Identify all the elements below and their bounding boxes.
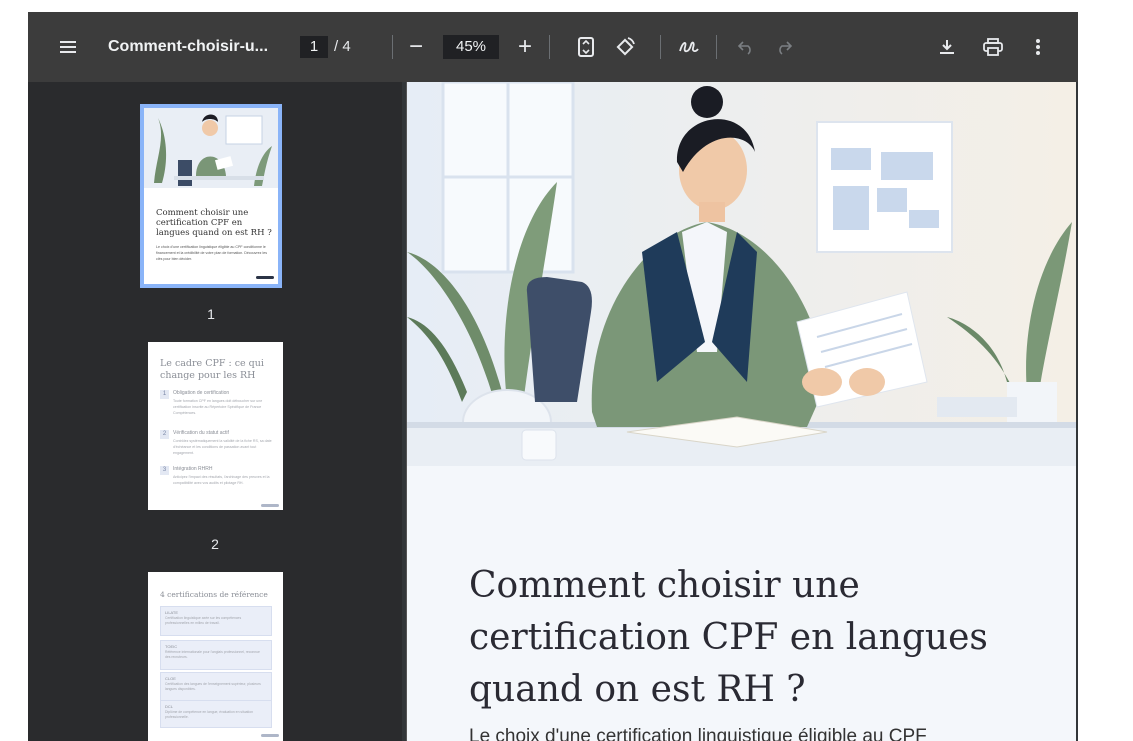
- thumbnail-item-heading: Vérification du statut actif: [173, 430, 229, 436]
- thumbnail-badge: [261, 734, 279, 737]
- more-vert-icon: [1036, 39, 1040, 55]
- thumbnail-card: LILATE Certification linguistique axée s…: [160, 606, 272, 636]
- document-title: Comment-choisir-u...: [108, 38, 269, 55]
- fit-page-icon: [578, 37, 594, 57]
- undo-button[interactable]: [732, 12, 760, 82]
- thumbnail-item-number: 3: [160, 466, 169, 475]
- thumbnail-title: Comment choisir une certification CPF en…: [156, 208, 272, 238]
- page-body-text: Le choix d'une certification linguistiqu…: [469, 726, 927, 741]
- page-number-input[interactable]: 1: [300, 36, 328, 58]
- page-count: / 4: [334, 38, 351, 55]
- page-title: Comment choisir une certification CPF en…: [469, 565, 988, 710]
- menu-button[interactable]: [50, 12, 86, 82]
- undo-icon: [737, 41, 751, 55]
- redo-button[interactable]: [770, 12, 798, 82]
- separator: [660, 35, 661, 59]
- rotate-button[interactable]: [610, 12, 640, 82]
- thumbnail-card: DCL Diplôme de compétence en langue, éva…: [160, 700, 272, 728]
- thumbnail-item-number: 1: [160, 390, 169, 399]
- thumbnail-item-heading: Obligation de certification: [173, 390, 230, 396]
- thumbnail-badge: [261, 504, 279, 507]
- redo-icon: [779, 41, 793, 55]
- download-button[interactable]: [932, 12, 962, 82]
- thumbnail-card: TOEIC Référence internationale pour l'an…: [160, 640, 272, 670]
- separator: [716, 35, 717, 59]
- thumbnail-card-text: Certification linguistique axée sur les …: [165, 616, 242, 625]
- thumbnail-item-text: Toute formation CPF en langues doit débo…: [173, 399, 263, 415]
- pdf-viewer: Comment-choisir-u... 1 / 4 − 45% + Comme…: [28, 12, 1078, 741]
- hamburger-menu-icon: [60, 41, 76, 53]
- thumbnail-page-number: 1: [207, 306, 215, 322]
- download-icon: [940, 40, 954, 54]
- draw-icon: [679, 41, 699, 53]
- print-icon: [983, 38, 1003, 56]
- print-button[interactable]: [978, 12, 1008, 82]
- thumbnail-card-text: Diplôme de compétence en langue, évaluat…: [165, 710, 254, 719]
- thumbnail-card: CLOE Certification des langues de l'ense…: [160, 672, 272, 702]
- thumbnail-title: Le cadre CPF : ce qui change pour les RH: [160, 358, 264, 381]
- thumbnail-card-text: Certification des langues de l'enseignem…: [165, 682, 261, 691]
- rotate-icon: [616, 37, 635, 56]
- thumbnail-badge: [256, 276, 274, 279]
- thumbnail-item-heading: Intégration RHRH: [173, 466, 213, 472]
- annotate-button[interactable]: [674, 12, 704, 82]
- zoom-level-input[interactable]: 45%: [443, 35, 499, 59]
- thumbnail-page-2[interactable]: Le cadre CPF : ce qui change pour les RH…: [148, 342, 283, 510]
- thumbnail-card-text: Référence internationale pour l'anglais …: [165, 650, 260, 659]
- toolbar: Comment-choisir-u... 1 / 4 − 45% +: [28, 12, 1078, 82]
- thumbnail-page-3[interactable]: 4 certifications de référence LILATE Cer…: [148, 572, 283, 741]
- fit-page-button[interactable]: [571, 12, 601, 82]
- thumbnail-page-number: 2: [211, 536, 219, 552]
- thumbnail-text: Le choix d'une certification linguistiqu…: [156, 245, 268, 261]
- thumbnail-card-heading: CLOE: [165, 676, 176, 681]
- thumbnail-card-heading: LILATE: [165, 610, 179, 615]
- document-page-1: Comment choisir une certification CPF en…: [406, 82, 1076, 741]
- zoom-out-button[interactable]: −: [401, 12, 431, 82]
- document-view[interactable]: Comment choisir une certification CPF en…: [406, 82, 1078, 741]
- thumbnail-item-number: 2: [160, 430, 169, 439]
- hero-illustration: [407, 82, 1076, 466]
- thumbnail-item-text: Anticipez l'impact des résultats, l'arch…: [173, 475, 270, 485]
- thumbnail-card-heading: DCL: [165, 704, 174, 709]
- thumbnail-item-text: Contrôlez systématiquement la validité d…: [173, 439, 272, 455]
- separator: [392, 35, 393, 59]
- thumbnail-card-heading: TOEIC: [165, 644, 178, 649]
- thumbnail-page-1[interactable]: Comment choisir une certification CPF en…: [140, 104, 282, 288]
- thumbnail-sidebar: Comment choisir une certification CPF en…: [28, 82, 402, 741]
- zoom-in-button[interactable]: +: [510, 12, 540, 82]
- more-options-button[interactable]: [1024, 12, 1052, 82]
- thumbnail-illustration: [144, 108, 278, 188]
- separator: [549, 35, 550, 59]
- thumbnail-title: 4 certifications de référence: [160, 590, 268, 599]
